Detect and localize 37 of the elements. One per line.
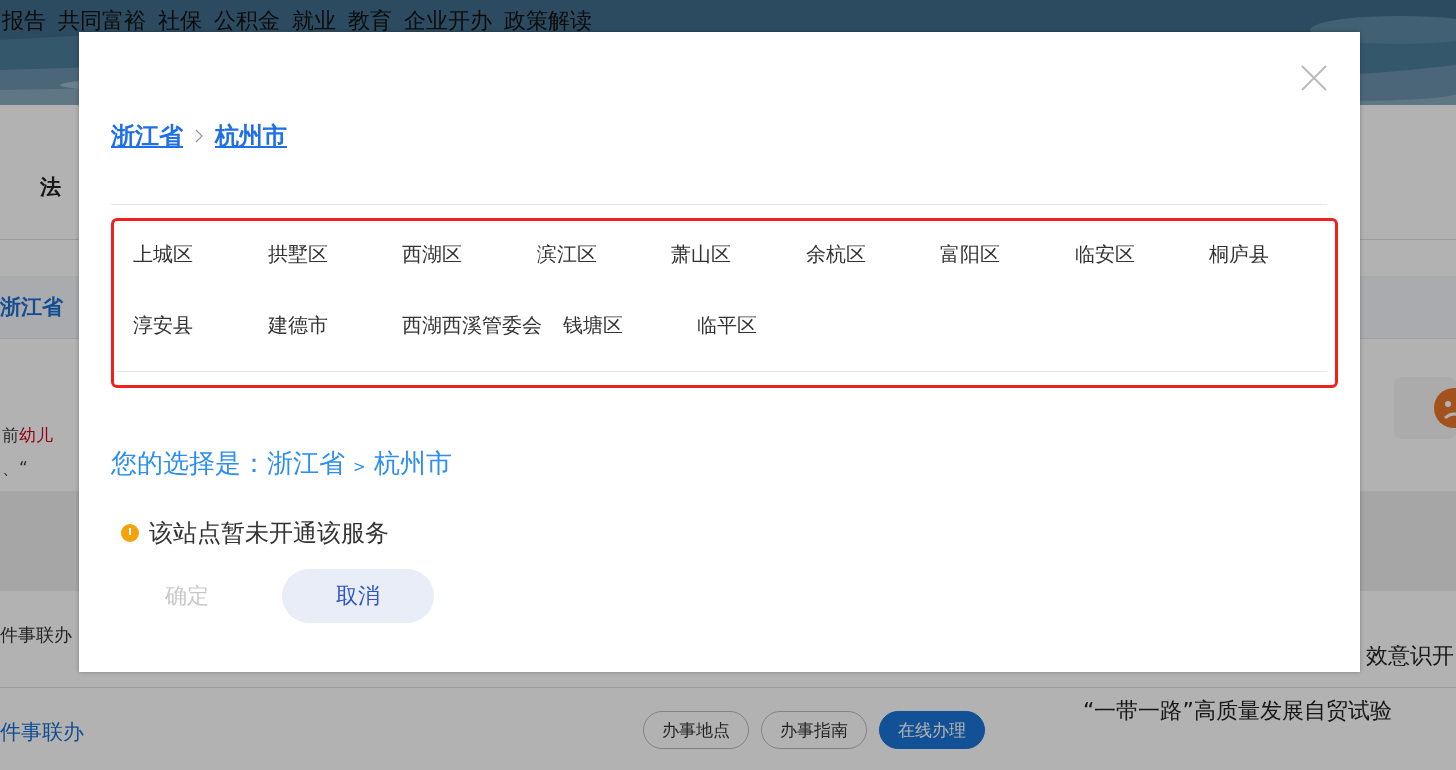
region-tab[interactable]: 浙江省: [0, 293, 63, 321]
item-link[interactable]: 件事联办: [0, 718, 84, 770]
close-icon[interactable]: [1301, 65, 1327, 91]
service-button[interactable]: 办事地点: [643, 711, 749, 749]
district-option[interactable]: 拱墅区: [267, 241, 382, 268]
district-option[interactable]: 西湖区: [402, 241, 516, 268]
news-link[interactable]: “一带一路”高质量发展自贸试验: [1083, 696, 1392, 726]
district-option[interactable]: 西湖西溪管委会: [402, 312, 542, 339]
district-option[interactable]: 临安区: [1074, 241, 1189, 268]
breadcrumb-link[interactable]: 杭州市: [215, 120, 287, 152]
selection-label: 您的选择是：: [111, 447, 267, 480]
district-option[interactable]: 富阳区: [940, 241, 1054, 268]
notice-text: 前: [2, 425, 19, 445]
district-option[interactable]: 钱塘区: [562, 312, 677, 339]
district-option[interactable]: 萧山区: [671, 241, 785, 268]
news-link[interactable]: 效意识开: [1366, 641, 1454, 671]
selected-region: 浙江省: [267, 447, 345, 480]
warning-icon: [121, 524, 139, 542]
service-button[interactable]: 在线办理: [879, 711, 985, 749]
district-option[interactable]: 临平区: [697, 312, 811, 339]
path-separator: >: [353, 458, 366, 476]
district-option[interactable]: 余杭区: [805, 241, 920, 268]
service-button[interactable]: 办事指南: [761, 711, 867, 749]
district-option[interactable]: 滨江区: [536, 241, 651, 268]
item-title: 件事联办: [0, 623, 72, 647]
selected-region: 杭州市: [373, 447, 452, 480]
highlighted-text: 幼儿: [19, 425, 53, 445]
chevron-right-icon: [195, 129, 203, 143]
breadcrumb-link[interactable]: 浙江省: [111, 120, 183, 152]
warning-message: 该站点暂未开通该服务: [149, 518, 389, 549]
district-option[interactable]: 上城区: [133, 241, 247, 268]
district-option[interactable]: 桐庐县: [1209, 241, 1323, 268]
cancel-button[interactable]: 取消: [282, 569, 434, 623]
district-option[interactable]: 建德市: [267, 312, 382, 339]
district-option[interactable]: 淳安县: [133, 312, 247, 339]
section-title: 法: [40, 174, 61, 201]
notice-text: 、“: [2, 458, 28, 478]
